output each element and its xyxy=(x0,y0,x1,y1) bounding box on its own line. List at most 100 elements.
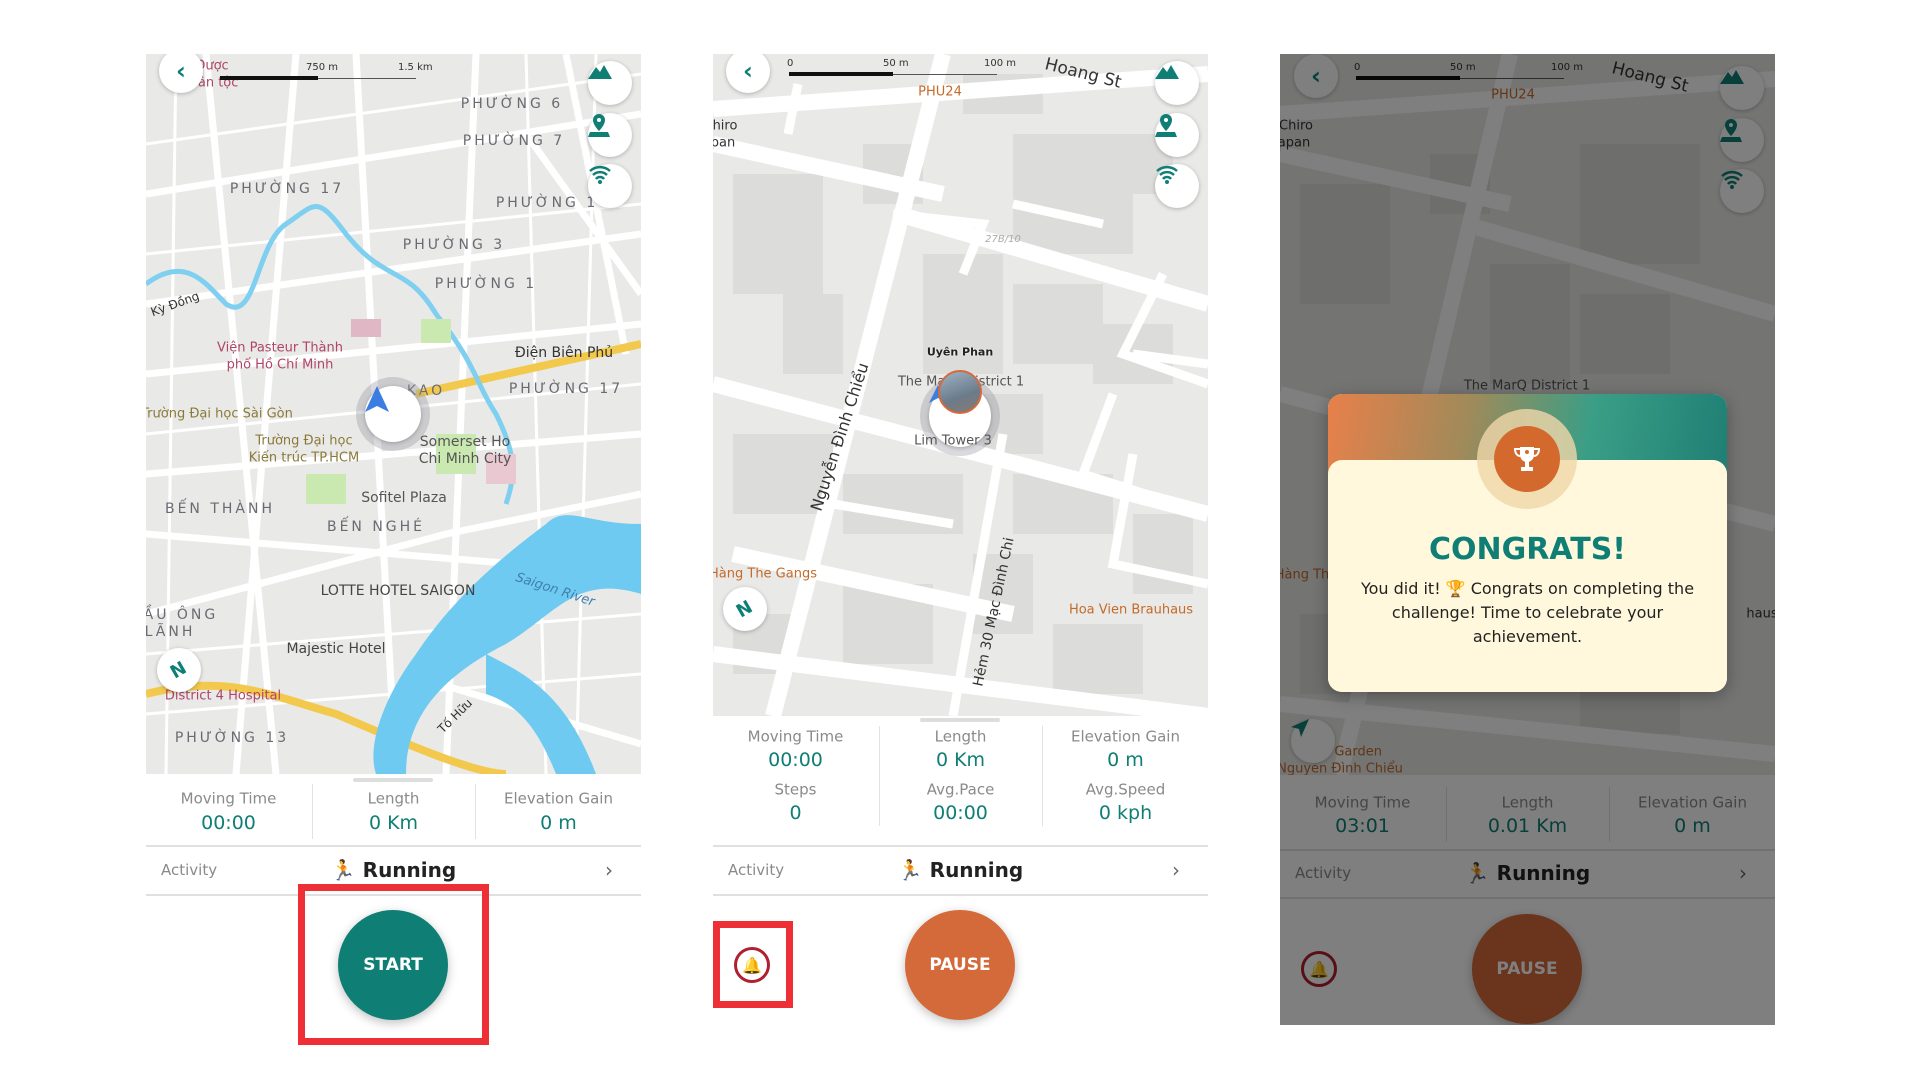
chevron-left-icon: ‹ xyxy=(176,57,186,85)
trophy-badge xyxy=(1494,426,1560,492)
scale-bar-line xyxy=(893,74,997,75)
map-label: Sofitel Plaza xyxy=(361,490,447,506)
terrain-button[interactable] xyxy=(1155,61,1199,105)
stat-moving-time-label: Moving Time xyxy=(180,789,277,808)
stat-elevation-value: 0 m xyxy=(540,812,577,834)
wifi-icon xyxy=(1156,166,1178,184)
map-label: PHU24 xyxy=(918,84,962,100)
map-label: Somerset Ho xyxy=(419,434,511,450)
screen-recording: 0 50 m 100 m PHU24 Hoang St hiro pan Ngu… xyxy=(713,54,1208,1054)
map-pin-icon xyxy=(588,114,610,137)
map-label: PHƯỜNG 17 xyxy=(229,181,345,197)
trophy-icon xyxy=(1513,447,1541,471)
pause-button[interactable]: PAUSE xyxy=(905,910,1015,1020)
stat-moving-time-value: 00:00 xyxy=(768,749,823,771)
map-label: PHƯỜNG 7 xyxy=(462,133,566,149)
running-icon: 🏃 xyxy=(897,858,930,882)
stat-length-label: Length xyxy=(934,727,987,746)
map-label: Hàng The Gangs xyxy=(713,566,817,582)
compass-button[interactable]: N xyxy=(157,648,201,692)
screen-congrats: 0 50 m 100 m PHU24 Hoang St Chiro apan T… xyxy=(1280,54,1775,1025)
map-label: Kiến trúc TP.HCM xyxy=(248,450,360,466)
map-label: hiro xyxy=(713,118,738,134)
scale-bar xyxy=(220,76,318,80)
sheet-handle[interactable] xyxy=(920,718,1000,722)
map-label: 27B/10 xyxy=(985,234,1021,245)
alarm-bell-icon: 🔔 xyxy=(742,955,762,975)
divider xyxy=(1042,726,1043,826)
map-view[interactable]: Dược dân tộc 750 m 1.5 km PHƯỜNG 6 PHƯỜN… xyxy=(146,54,641,774)
map-label: ĐẦU ÔNG xyxy=(146,607,219,623)
activity-name: Running xyxy=(362,858,457,882)
signal-button[interactable] xyxy=(1155,164,1199,208)
signal-button[interactable] xyxy=(588,164,632,208)
stat-moving-time-value: 00:00 xyxy=(201,812,256,834)
scale-label: 100 m xyxy=(984,58,1017,69)
terrain-button[interactable] xyxy=(588,61,632,105)
sheet-handle[interactable] xyxy=(353,778,433,782)
map-label: PHƯỜNG 17 xyxy=(508,381,624,397)
start-button[interactable]: START xyxy=(338,910,448,1020)
map-label: pan xyxy=(713,135,736,151)
chevron-right-icon: › xyxy=(605,858,613,882)
modal-message: You did it! 🏆 Congrats on completing the… xyxy=(1360,579,1695,646)
screen-start: Dược dân tộc 750 m 1.5 km PHƯỜNG 6 PHƯỜN… xyxy=(146,54,641,1054)
map-label: PHƯỜNG 3 xyxy=(402,237,506,253)
activity-name-wrap: 🏃 Running xyxy=(713,858,1208,882)
scale-label: 750 m xyxy=(306,62,339,73)
stat-avg-speed-value: 0 kph xyxy=(1098,802,1153,824)
sos-alert-button[interactable]: 🔔 xyxy=(734,947,770,983)
my-location-marker[interactable] xyxy=(365,386,421,442)
map-label: Viện Pasteur Thành xyxy=(216,340,344,356)
compass-button[interactable]: N xyxy=(723,587,767,631)
divider xyxy=(713,894,1208,896)
map-label: LÃNH xyxy=(146,624,196,640)
avatar-name: Uyên Phan xyxy=(926,345,994,359)
map-label: BẾN THÀNH xyxy=(164,501,276,517)
stat-avg-pace-value: 00:00 xyxy=(933,802,988,824)
map-view[interactable]: 0 50 m 100 m PHU24 Hoang St hiro pan Ngu… xyxy=(713,54,1208,716)
stat-length-value: 0 Km xyxy=(935,749,986,771)
map-label: Điện Biên Phủ xyxy=(514,345,614,361)
map-label: phố Hồ Chí Minh xyxy=(226,357,334,373)
stat-steps-value: 0 xyxy=(789,802,802,824)
scale-label: 1.5 km xyxy=(398,62,433,73)
chevron-left-icon: ‹ xyxy=(743,57,753,85)
map-label: Majestic Hotel xyxy=(286,641,386,657)
wifi-icon xyxy=(589,166,611,184)
activity-name-wrap: 🏃 Running xyxy=(146,858,641,882)
location-button[interactable] xyxy=(1155,113,1199,157)
map-label: Lim Tower 3 xyxy=(914,433,992,449)
stat-elevation-label: Elevation Gain xyxy=(504,789,613,808)
scale-label: 0 xyxy=(787,58,794,69)
chevron-right-icon: › xyxy=(1172,858,1180,882)
scale-bar xyxy=(789,72,893,76)
navigation-arrow-icon xyxy=(365,386,389,412)
map-label: Hoa Vien Brauhaus xyxy=(1068,602,1194,618)
map-label: PHƯỜNG 6 xyxy=(460,96,564,112)
stat-avg-pace-label: Avg.Pace xyxy=(926,780,995,799)
map-label: BẾN NGHÉ xyxy=(326,519,426,535)
stat-elevation-value: 0 m xyxy=(1107,749,1144,771)
map-label: LOTTE HOTEL SAIGON xyxy=(320,583,476,599)
modal-title: CONGRATS! xyxy=(1429,532,1626,567)
map-label: Trường Đại học Sài Gòn xyxy=(146,406,293,422)
location-button[interactable] xyxy=(588,113,632,157)
divider xyxy=(879,726,880,826)
scale-label: 50 m xyxy=(883,58,909,69)
compass-icon: N xyxy=(167,657,191,683)
stat-length-value: 0 Km xyxy=(368,812,419,834)
map-label: Chi Minh City xyxy=(418,451,512,467)
avatar[interactable] xyxy=(938,370,982,414)
scale-bar-line xyxy=(318,78,416,79)
map-label: Trường Đại học xyxy=(255,433,353,449)
mountain-icon xyxy=(588,65,612,79)
stat-moving-time-label: Moving Time xyxy=(747,727,844,746)
activity-name: Running xyxy=(929,858,1024,882)
stat-length-label: Length xyxy=(367,789,420,808)
stat-avg-speed-label: Avg.Speed xyxy=(1085,780,1166,799)
map-label: PHƯỜNG 1 xyxy=(434,276,538,292)
activity-selector[interactable]: Activity 🏃 Running › xyxy=(713,847,1208,894)
running-icon: 🏃 xyxy=(330,858,363,882)
stat-elevation-label: Elevation Gain xyxy=(1071,727,1180,746)
